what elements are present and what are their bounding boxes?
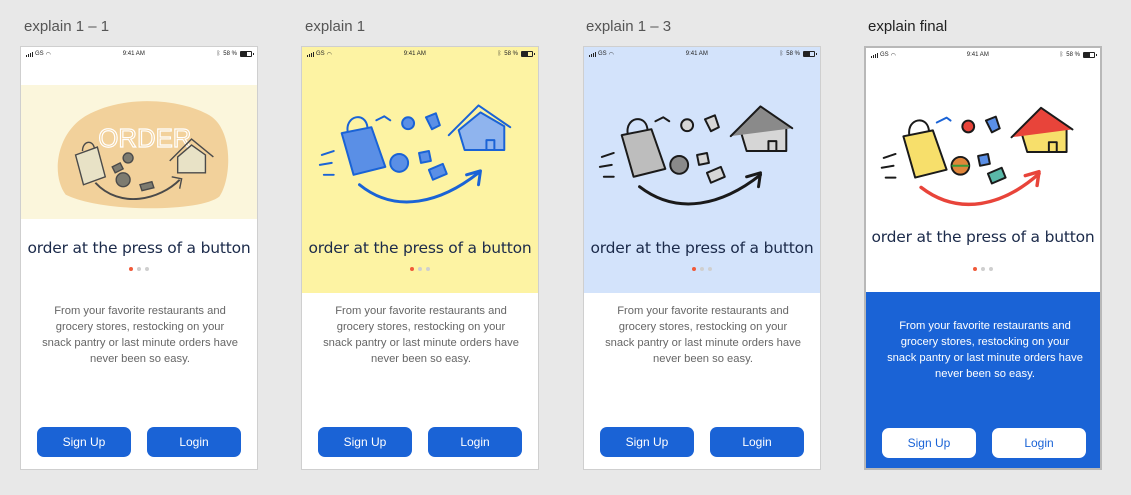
page-dot-active[interactable]: [973, 267, 977, 271]
headline: order at the press of a button: [27, 239, 251, 257]
status-time: 9:41 AM: [685, 51, 708, 57]
signal-icon: [26, 51, 33, 57]
status-bar: GS ◠ 9:41 AM ᛒ 58 %: [866, 48, 1100, 62]
headline: order at the press of a button: [590, 239, 814, 257]
status-bar: GS ◠ 9:41 AM ᛒ 58 %: [21, 47, 257, 61]
battery-percent: 58 %: [504, 51, 518, 57]
status-bar: GS ◠ 9:41 AM ᛒ 58 %: [302, 47, 538, 61]
status-time: 9:41 AM: [403, 51, 426, 57]
wifi-icon: ◠: [890, 52, 896, 59]
page-dot[interactable]: [989, 267, 993, 271]
page-dot-active[interactable]: [129, 267, 133, 271]
order-illustration-icon: [318, 104, 512, 204]
description-text: From your favorite restaurants and groce…: [887, 320, 1083, 380]
headline: order at the press of a button: [871, 228, 1095, 246]
wifi-icon: ◠: [45, 51, 51, 58]
battery-icon: [239, 51, 254, 57]
login-button[interactable]: Login: [147, 427, 241, 457]
hero-illustration: [584, 85, 820, 219]
headline: order at the press of a button: [308, 239, 532, 257]
battery-percent: 58 %: [786, 51, 800, 57]
page-dot-active[interactable]: [410, 267, 414, 271]
page-dot[interactable]: [145, 267, 149, 271]
battery-percent: 58 %: [223, 51, 237, 57]
battery-icon: [802, 51, 817, 57]
artboard-label: explain 1 – 3: [586, 18, 672, 35]
signal-icon: [307, 51, 314, 57]
sign-up-button[interactable]: Sign Up: [882, 428, 976, 458]
sign-up-button[interactable]: Sign Up: [600, 427, 694, 457]
carrier-label: GS: [880, 52, 889, 58]
page-indicator[interactable]: [866, 267, 1100, 271]
artboard-explain-1-3[interactable]: GS ◠ 9:41 AM ᛒ 58 % order at the press o…: [583, 46, 821, 470]
carrier-label: GS: [598, 51, 607, 57]
description-text: From your favorite restaurants and groce…: [323, 305, 519, 365]
page-dot[interactable]: [700, 267, 704, 271]
status-time: 9:41 AM: [966, 52, 989, 58]
artboard-explain-1-1[interactable]: GS ◠ 9:41 AM ᛒ 58 % ORDER order at the p…: [20, 46, 258, 470]
carrier-label: GS: [316, 51, 325, 57]
bluetooth-icon: ᛒ: [216, 51, 221, 57]
carrier-label: GS: [35, 51, 44, 57]
hero-illustration: ORDER: [21, 85, 257, 219]
status-time: 9:41 AM: [122, 51, 145, 57]
wifi-icon: ◠: [326, 51, 332, 58]
hero-section: [302, 61, 538, 293]
page-dot[interactable]: [981, 267, 985, 271]
bluetooth-icon: ᛒ: [779, 51, 784, 57]
wifi-icon: ◠: [608, 51, 614, 58]
battery-icon: [520, 51, 535, 57]
artboard-label: explain 1: [305, 18, 366, 35]
hero-illustration: [302, 85, 538, 219]
page-dot-active[interactable]: [692, 267, 696, 271]
battery-percent: 58 %: [1066, 52, 1080, 58]
order-illustration-icon: [880, 106, 1074, 207]
svg-text:ORDER: ORDER: [98, 125, 191, 153]
artboard-explain-final[interactable]: GS ◠ 9:41 AM ᛒ 58 % order at the press o…: [864, 46, 1102, 470]
signal-icon: [589, 51, 596, 57]
login-button[interactable]: Login: [710, 427, 804, 457]
hero-section: [584, 61, 820, 293]
page-indicator[interactable]: [21, 267, 257, 271]
login-button[interactable]: Login: [992, 428, 1086, 458]
page-indicator[interactable]: [302, 267, 538, 271]
page-dot[interactable]: [137, 267, 141, 271]
page-dot[interactable]: [418, 267, 422, 271]
sign-up-button[interactable]: Sign Up: [37, 427, 131, 457]
login-button[interactable]: Login: [428, 427, 522, 457]
hero-illustration: [866, 86, 1100, 220]
bluetooth-icon: ᛒ: [1059, 52, 1064, 58]
hero-section: ORDER: [21, 61, 257, 293]
battery-icon: [1082, 52, 1097, 58]
order-illustration-icon: [598, 105, 794, 206]
description-text: From your favorite restaurants and groce…: [605, 305, 801, 365]
status-bar: GS ◠ 9:41 AM ᛒ 58 %: [584, 47, 820, 61]
description-text: From your favorite restaurants and groce…: [42, 305, 238, 365]
artboard-explain-1[interactable]: GS ◠ 9:41 AM ᛒ 58 % order at the press o…: [301, 46, 539, 470]
hero-section: [866, 62, 1100, 294]
page-indicator[interactable]: [584, 267, 820, 271]
order-illustration-icon: ORDER: [57, 101, 229, 209]
signal-icon: [871, 52, 878, 58]
artboard-label: explain 1 – 1: [24, 18, 110, 35]
page-dot[interactable]: [426, 267, 430, 271]
bluetooth-icon: ᛒ: [497, 51, 502, 57]
page-dot[interactable]: [708, 267, 712, 271]
design-canvas: explain 1 – 1 GS◠ 9:41 AM ᛒ58 % ORDER: [0, 0, 1131, 495]
artboard-label: explain final: [868, 18, 948, 35]
sign-up-button[interactable]: Sign Up: [318, 427, 412, 457]
